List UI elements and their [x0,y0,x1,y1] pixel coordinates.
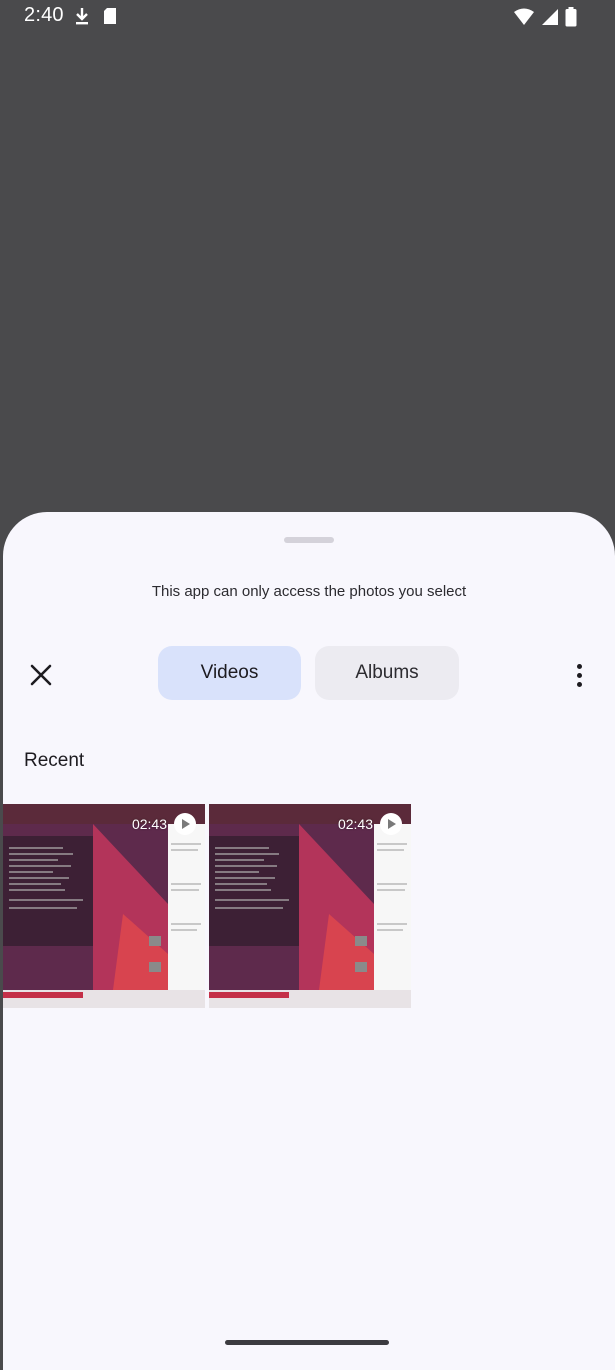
play-icon [174,813,196,835]
sd-card-icon [104,8,116,24]
more-options-button[interactable] [565,657,593,693]
cell-signal-icon [542,9,558,25]
status-left-icons [74,7,118,25]
status-bar: 2:40 [0,0,615,34]
photo-picker-sheet: This app can only access the photos you … [3,512,615,1370]
battery-icon [565,7,577,27]
more-vert-icon [576,663,582,687]
scrim-overlay[interactable] [0,34,615,534]
tab-albums[interactable]: Albums [315,646,459,700]
download-icon [76,8,88,25]
tab-videos[interactable]: Videos [158,646,301,700]
close-icon [30,664,52,686]
section-title-recent: Recent [24,750,85,771]
video-duration: 02:43 [337,816,373,832]
close-button[interactable] [23,657,59,693]
wifi-icon [514,8,534,25]
sheet-drag-handle[interactable] [284,537,334,543]
status-time: 2:40 [24,4,64,26]
access-message: This app can only access the photos you … [151,583,467,600]
video-thumbnail[interactable]: 02:43 [3,804,205,1008]
video-thumbnail[interactable]: 02:43 [209,804,411,1008]
navigation-gesture-bar[interactable] [225,1340,389,1345]
status-right-icons [513,7,577,27]
play-icon [380,813,402,835]
media-grid: 02:43 02:43 [3,804,411,1008]
video-duration: 02:43 [131,816,167,832]
